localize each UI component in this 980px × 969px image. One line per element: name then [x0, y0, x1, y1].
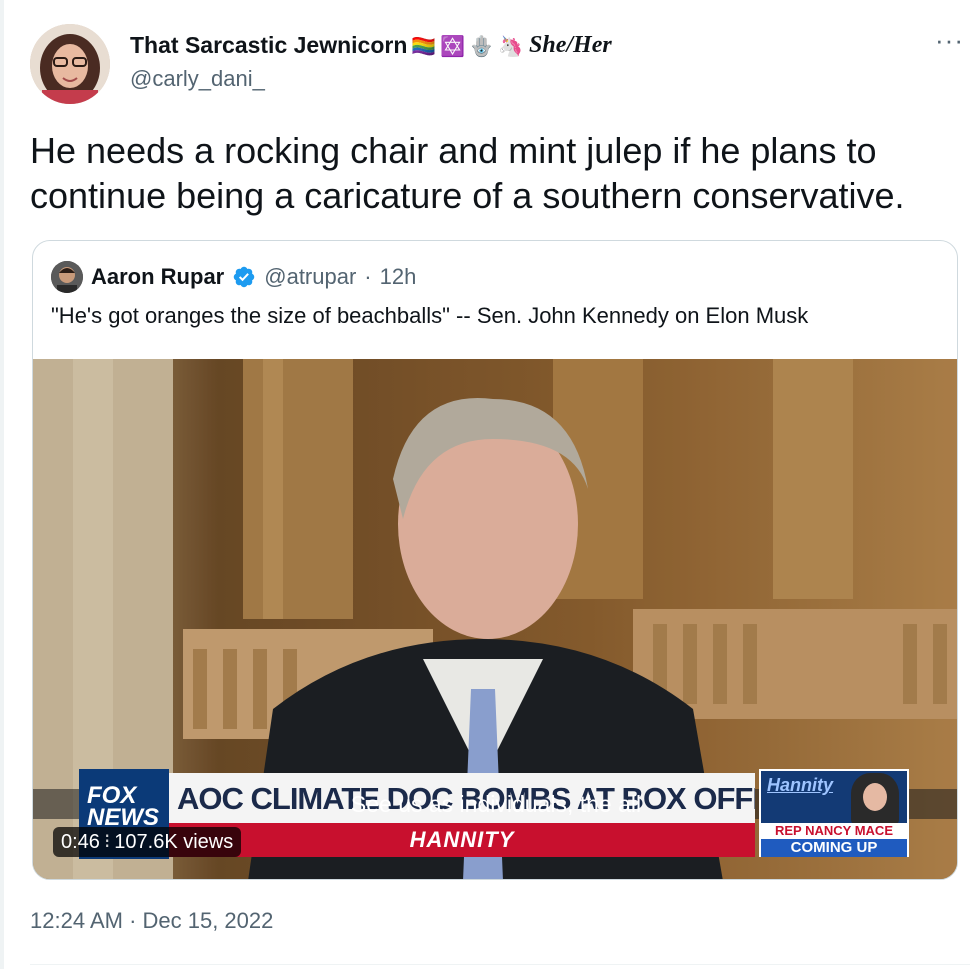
quoted-time[interactable]: 12h	[380, 264, 417, 290]
author-display-name[interactable]: That Sarcastic Jewnicorn	[130, 32, 407, 59]
quoted-author-avatar[interactable]	[51, 261, 83, 293]
quoted-author-handle[interactable]: @atrupar	[264, 264, 356, 290]
author-avatar[interactable]	[30, 24, 110, 104]
tweet-timestamp[interactable]: 12:24 AM · Dec 15, 2022	[30, 908, 273, 934]
closed-caption: See us as individuals, the all	[350, 791, 642, 817]
promo-guest: REP NANCY MACE	[761, 823, 907, 839]
more-horizontal-icon[interactable]: ···	[935, 27, 964, 53]
left-edge-divider	[0, 0, 4, 969]
stats-separator: ⁝	[103, 831, 111, 853]
verified-badge-icon	[234, 266, 255, 288]
video-duration: 0:46	[61, 831, 100, 853]
tweet-text: He needs a rocking chair and mint julep …	[30, 130, 905, 216]
unicorn-icon: 🦄	[498, 33, 524, 58]
video-duration-views: 0:46 ⁝ 107.6K views	[53, 827, 242, 857]
video-views: 107.6K views	[114, 831, 234, 853]
promo-coming-up: COMING UP	[761, 839, 907, 857]
star-of-david-icon: ✡️	[440, 33, 466, 58]
bottom-divider	[30, 964, 970, 965]
video-player[interactable]: FOX NEWS AOC CLIMATE DOC BOMBS AT BOX OF…	[33, 359, 957, 879]
rainbow-flag-icon: 🏳️‍🌈	[411, 33, 437, 58]
chyron-show-name: HANNITY	[169, 823, 755, 857]
quoted-author-name[interactable]: Aaron Rupar	[91, 264, 224, 290]
hamsa-icon: 🪬	[469, 33, 495, 58]
tweet-header: That Sarcastic Jewnicorn 🏳️‍🌈 ✡️ 🪬 🦄 She…	[30, 24, 970, 104]
quoted-tweet-header: Aaron Rupar @atrupar · 12h	[51, 261, 416, 293]
author-handle[interactable]: @carly_dani_	[130, 66, 265, 92]
separator-dot: ·	[364, 264, 372, 289]
quoted-tweet-card[interactable]: Aaron Rupar @atrupar · 12h "He's got ora…	[32, 240, 958, 880]
author-name-row[interactable]: That Sarcastic Jewnicorn 🏳️‍🌈 ✡️ 🪬 🦄 She…	[130, 32, 612, 59]
author-pronouns: She/Her	[529, 32, 612, 58]
quoted-tweet-text: "He's got oranges the size of beachballs…	[51, 303, 809, 328]
